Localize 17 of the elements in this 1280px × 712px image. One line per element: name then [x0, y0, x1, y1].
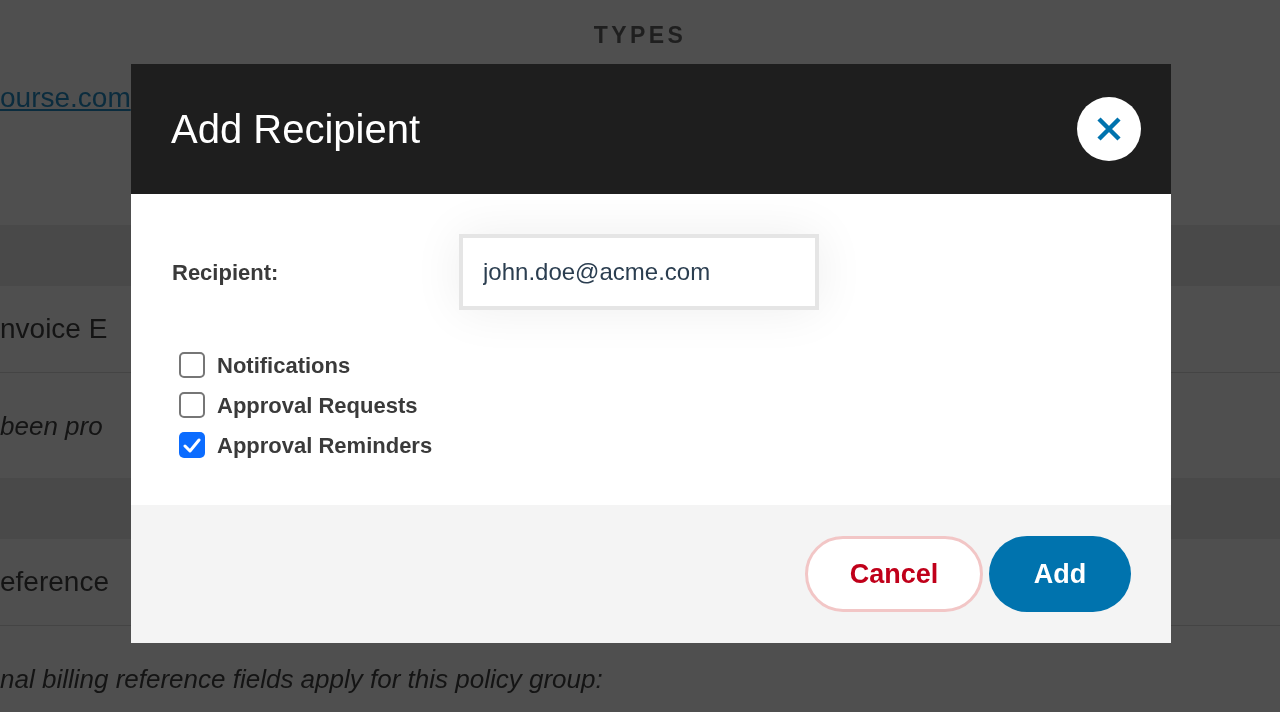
- row-title: nvoice E: [0, 312, 108, 346]
- checkbox[interactable]: [179, 432, 205, 458]
- checkbox[interactable]: [179, 392, 205, 418]
- row-note: been pro: [0, 410, 103, 443]
- recipient-input[interactable]: john.doe@acme.com: [459, 234, 819, 310]
- cancel-button[interactable]: Cancel: [805, 536, 983, 612]
- dialog-title: Add Recipient: [171, 106, 421, 153]
- checkbox-label: Approval Reminders: [217, 431, 433, 460]
- row-title: eference: [0, 565, 109, 599]
- checkbox[interactable]: [179, 352, 205, 378]
- recipient-label: Recipient:: [172, 258, 280, 287]
- row-note: nal billing reference fields apply for this policy group:: [0, 663, 603, 696]
- checkbox-label: Approval Requests: [217, 391, 418, 420]
- checkbox-label: Notifications: [217, 351, 351, 380]
- close-icon: [1096, 116, 1122, 142]
- add-button[interactable]: Add: [989, 536, 1131, 612]
- check-icon: [183, 437, 201, 453]
